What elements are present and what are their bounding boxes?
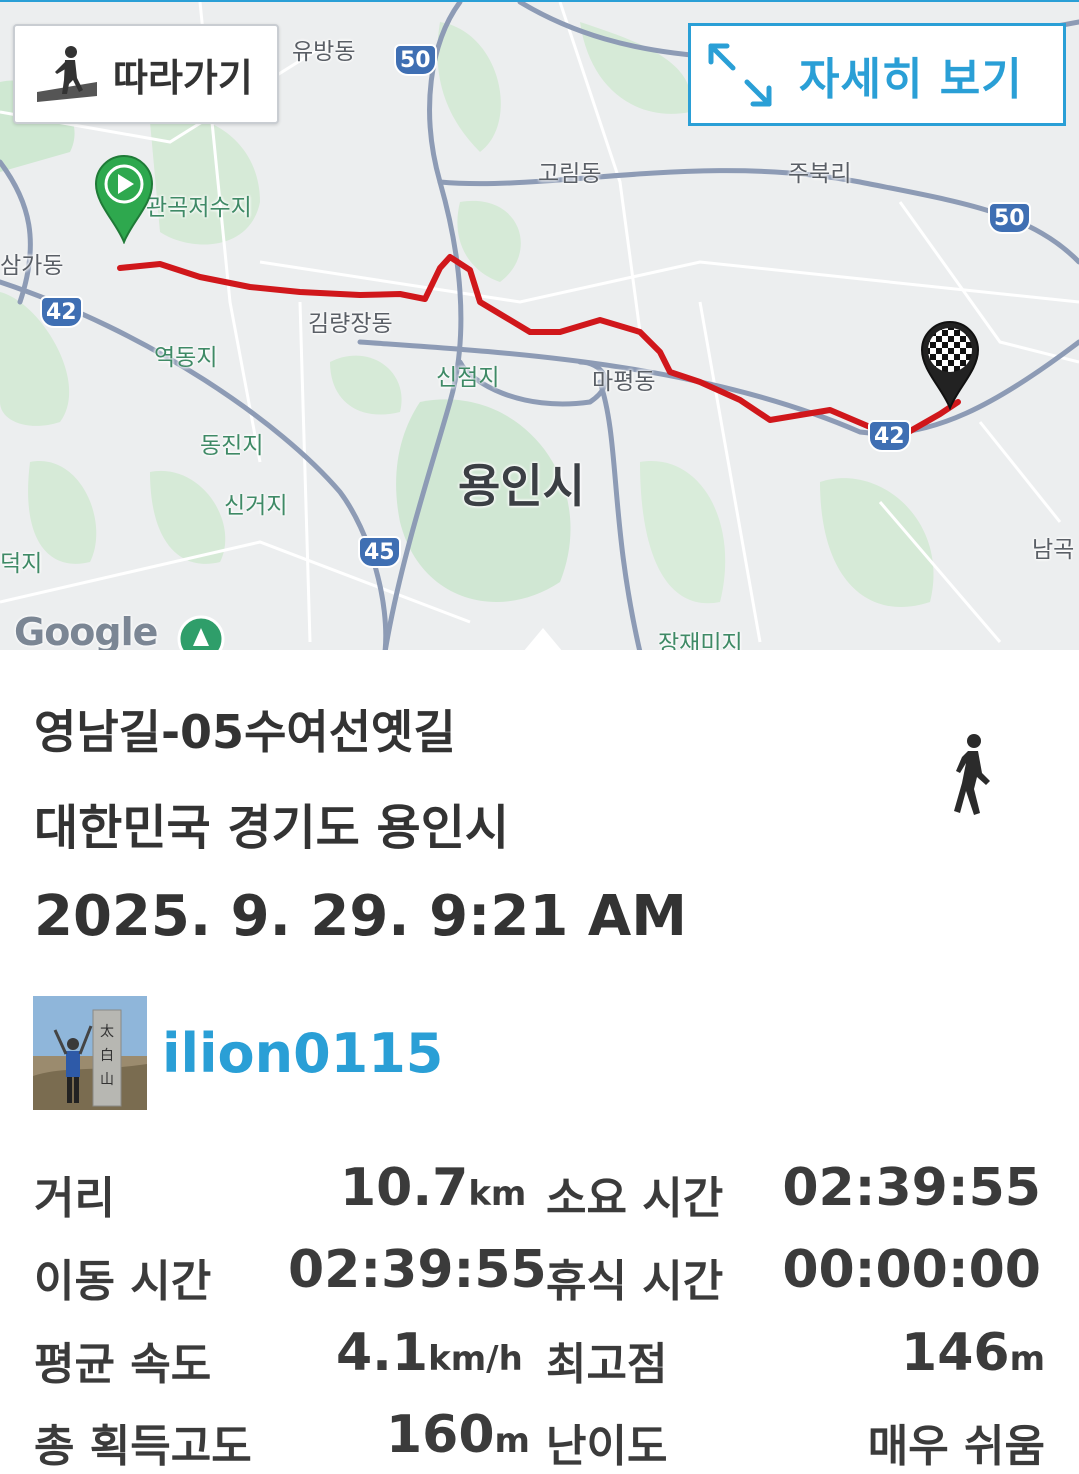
google-logo: Google — [14, 610, 158, 650]
map-label: 덕지 — [0, 551, 43, 577]
map-label: 마평동 — [592, 369, 656, 395]
stat-difficulty-value: 매우 쉬움 — [867, 1421, 1045, 1472]
detail-view-label: 자세히 보기 — [799, 53, 1023, 105]
stat-total-ascent-value-group: 160m — [386, 1405, 530, 1465]
map-label: 주북리 — [788, 161, 852, 187]
stat-moving-time-value: 02:39:55 — [288, 1240, 547, 1300]
stat-max-elevation-label: 최고점 — [546, 1339, 668, 1390]
highway-shield: 50 — [394, 44, 437, 76]
svg-text:太: 太 — [100, 1024, 114, 1040]
start-marker[interactable] — [92, 152, 156, 244]
end-marker[interactable] — [918, 318, 982, 410]
svg-text:白: 白 — [100, 1048, 114, 1064]
stat-difficulty-label: 난이도 — [546, 1421, 668, 1472]
route-map[interactable]: 유방동 관곡저수지 삼가동 고림동 주북리 김량장동 역동지 신점지 마평동 동… — [0, 0, 1079, 650]
stat-total-ascent-value: 160 — [386, 1405, 495, 1465]
map-label: 남곡 — [1032, 537, 1075, 563]
stat-avg-speed-label: 평균 속도 — [34, 1339, 212, 1390]
stat-moving-time-label: 이동 시간 — [34, 1256, 212, 1307]
follow-button-label: 따라가기 — [113, 55, 253, 100]
detail-view-button[interactable]: 자세히 보기 — [688, 23, 1066, 126]
stat-duration-label: 소요 시간 — [546, 1173, 724, 1224]
map-label: 신거지 — [224, 493, 288, 519]
expand-icon — [708, 43, 772, 106]
map-pointer — [523, 628, 563, 650]
walking-person-icon — [954, 734, 990, 815]
hiker-follow-icon — [37, 46, 97, 102]
highway-shield: 42 — [868, 420, 911, 452]
avatar[interactable]: 太 白 山 — [33, 996, 147, 1110]
track-datetime: 2025. 9. 29. 9:21 AM — [34, 884, 687, 949]
map-label: 김량장동 — [308, 311, 393, 337]
map-label: 고림동 — [538, 161, 602, 187]
checkered-flag-icon — [928, 328, 972, 372]
stat-distance-value: 10.7 — [340, 1158, 469, 1218]
username-link[interactable]: ilion0115 — [162, 1022, 443, 1085]
stat-duration-value: 02:39:55 — [782, 1158, 1041, 1218]
track-location: 대한민국 경기도 용인시 — [34, 800, 510, 856]
stat-distance-value-group: 10.7km — [340, 1158, 526, 1218]
map-label: 장재미지 — [658, 631, 743, 650]
stat-max-elevation-value-group: 146m — [901, 1323, 1045, 1383]
follow-button[interactable]: 따라가기 — [13, 24, 279, 124]
highway-shield: 42 — [40, 296, 83, 328]
map-city-label: 용인시 — [458, 459, 585, 513]
stat-rest-time-label: 휴식 시간 — [546, 1256, 724, 1307]
highway-shield: 50 — [988, 202, 1031, 234]
stat-distance-label: 거리 — [34, 1173, 115, 1224]
stat-avg-speed-value: 4.1 — [336, 1323, 429, 1383]
stat-rest-time-value: 00:00:00 — [782, 1240, 1041, 1300]
stat-total-ascent-unit: m — [494, 1421, 530, 1461]
map-label: 관곡저수지 — [146, 195, 252, 221]
map-label: 역동지 — [154, 345, 218, 371]
map-label: 삼가동 — [0, 253, 64, 279]
map-label: 신점지 — [436, 365, 500, 391]
street-view-icon[interactable] — [176, 614, 226, 650]
svg-text:山: 山 — [100, 1072, 114, 1088]
map-label: 동진지 — [200, 433, 264, 459]
stat-avg-speed-value-group: 4.1km/h — [336, 1323, 523, 1383]
stat-avg-speed-unit: km/h — [428, 1339, 523, 1379]
stat-max-elevation-value: 146 — [901, 1323, 1010, 1383]
map-label: 유방동 — [292, 39, 356, 65]
stat-total-ascent-label: 총 획득고도 — [34, 1421, 252, 1472]
stat-distance-unit: km — [468, 1174, 527, 1214]
highway-shield: 45 — [358, 536, 401, 568]
stat-max-elevation-unit: m — [1009, 1339, 1045, 1379]
track-title: 영남길-05수여선옛길 — [34, 705, 456, 759]
